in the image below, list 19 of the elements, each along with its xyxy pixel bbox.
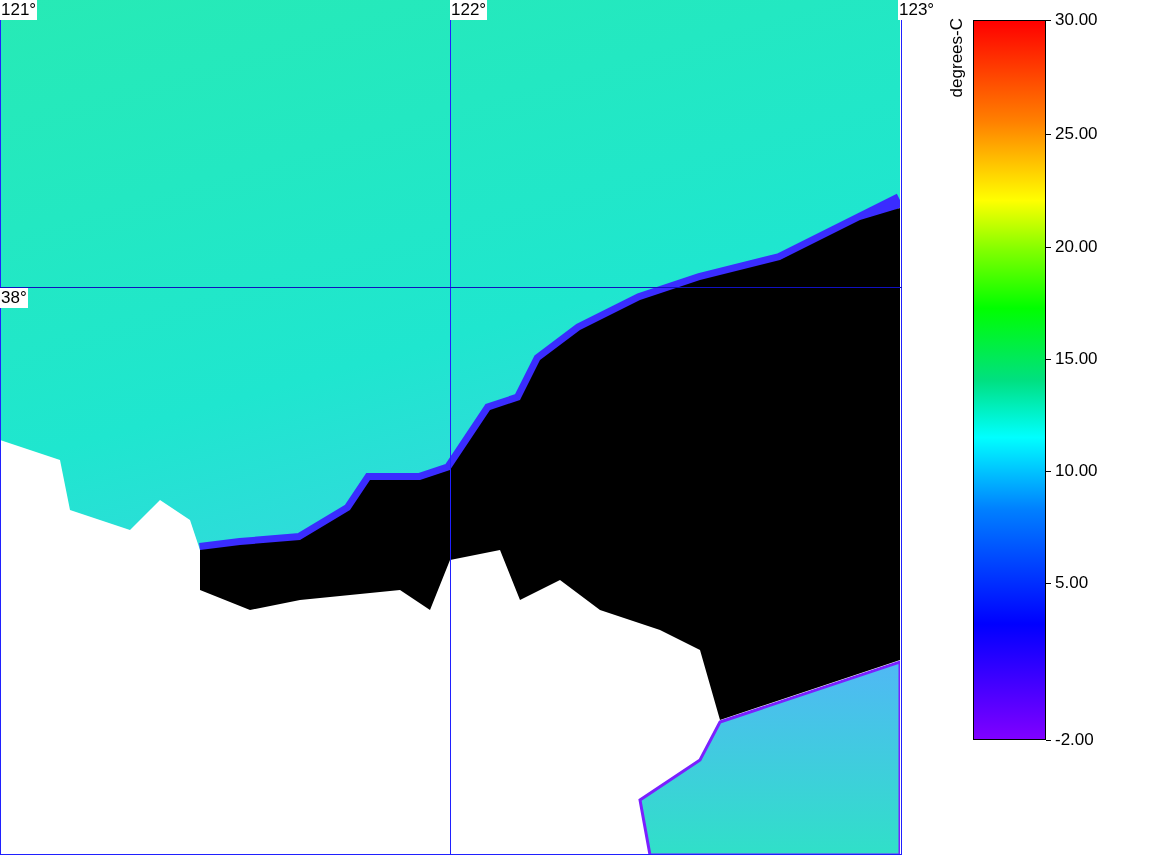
scale-tick-label: 15.00 bbox=[1055, 349, 1098, 369]
longitude-label: 122° bbox=[450, 0, 488, 20]
unit-label: degrees-C bbox=[946, 18, 967, 98]
latitude-label: 38° bbox=[0, 288, 28, 308]
tick-mark bbox=[1046, 358, 1051, 360]
scale-tick-label: 30.00 bbox=[1055, 10, 1098, 30]
scale-tick-label: 20.00 bbox=[1055, 237, 1098, 257]
longitude-label: 121° bbox=[0, 0, 38, 20]
scale-tick-label: -2.00 bbox=[1055, 730, 1094, 750]
scale-tick-label: 25.00 bbox=[1055, 124, 1098, 144]
longitude-label: 123° bbox=[898, 0, 936, 20]
tick-mark bbox=[1046, 739, 1051, 741]
tick-mark bbox=[1046, 582, 1051, 584]
tick-mark bbox=[1046, 246, 1051, 248]
scale-tick-label: 10.00 bbox=[1055, 461, 1098, 481]
tick-mark bbox=[1046, 470, 1051, 472]
tick-mark bbox=[1046, 133, 1051, 135]
tick-mark bbox=[1046, 19, 1051, 21]
scale-tick-label: 5.00 bbox=[1055, 573, 1089, 593]
